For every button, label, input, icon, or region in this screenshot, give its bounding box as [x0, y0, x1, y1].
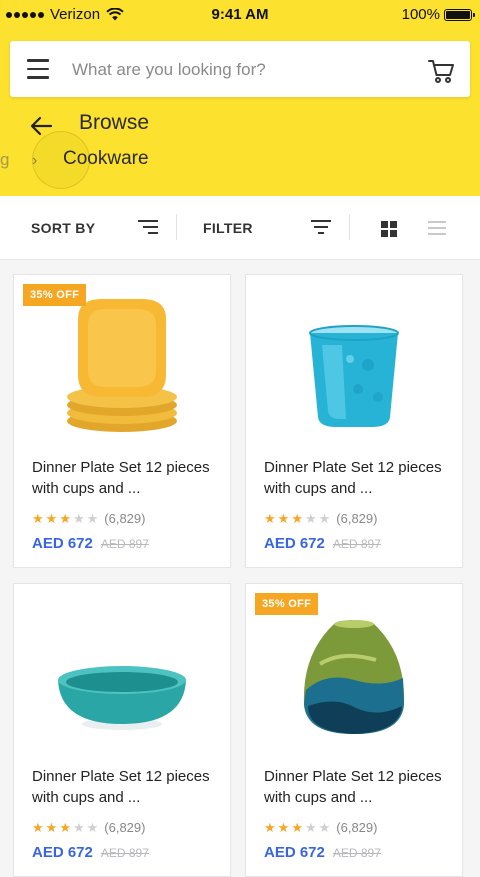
app-header: Verizon 9:41 AM 100% Browse g › Cookware — [0, 0, 480, 196]
page-title: Browse — [79, 111, 150, 134]
status-right: 100% — [401, 6, 475, 23]
status-bar: Verizon 9:41 AM 100% — [0, 0, 480, 30]
star-rating: ★ ★ ★ ★ ★ (6,829) — [32, 820, 145, 835]
star-icon: ★ — [318, 819, 331, 835]
product-card[interactable]: Dinner Plate Set 12 pieces with cups and… — [13, 583, 231, 877]
price: AED 672 — [264, 844, 325, 861]
price-row: AED 672 AED 897 — [264, 844, 381, 861]
price-row: AED 672 AED 897 — [32, 844, 149, 861]
star-icon: ★ — [32, 510, 44, 526]
star-icon: ★ — [264, 819, 276, 835]
review-count: (6,829) — [336, 511, 378, 526]
star-icon: ★ — [304, 510, 317, 526]
star-icon: ★ — [59, 819, 71, 835]
filter-button[interactable]: FILTER — [203, 220, 253, 236]
blue-glass-icon — [309, 325, 399, 427]
old-price: AED 897 — [100, 846, 149, 860]
star-icon: ★ — [45, 819, 58, 835]
search-input[interactable] — [70, 55, 414, 85]
old-price: AED 897 — [100, 537, 149, 551]
sort-icon[interactable] — [137, 219, 159, 235]
price: AED 672 — [32, 844, 93, 861]
product-title[interactable]: Dinner Plate Set 12 pieces with cups and… — [264, 766, 454, 808]
star-rating: ★ ★ ★ ★ ★ (6,829) — [264, 511, 377, 526]
chevron-right-icon: › — [32, 152, 38, 169]
price: AED 672 — [264, 535, 325, 552]
star-icon: ★ — [86, 510, 99, 526]
star-icon: ★ — [32, 819, 44, 835]
star-icon: ★ — [86, 819, 99, 835]
star-icon: ★ — [45, 510, 58, 526]
grid-view-icon[interactable] — [381, 221, 397, 237]
star-icon: ★ — [277, 819, 290, 835]
cart-icon[interactable] — [426, 55, 456, 85]
product-card[interactable]: 35% OFF Dinner Plate Set 12 pieces with … — [13, 274, 231, 568]
product-card[interactable]: 35% OFF Dinner Plate Set 12 pieces with … — [245, 583, 463, 877]
teal-bowl-icon — [58, 666, 186, 730]
star-icon: ★ — [59, 510, 71, 526]
toolbar-divider — [176, 214, 177, 240]
price-row: AED 672 AED 897 — [32, 535, 149, 552]
breadcrumb-previous[interactable]: g — [0, 150, 9, 170]
star-icon: ★ — [264, 510, 276, 526]
sort-by-button[interactable]: SORT BY — [31, 220, 95, 236]
yellow-plates-icon — [67, 299, 177, 432]
hamburger-menu-icon[interactable] — [27, 59, 49, 79]
old-price: AED 897 — [332, 537, 381, 551]
price: AED 672 — [32, 535, 93, 552]
sort-filter-toolbar: SORT BY FILTER — [0, 196, 480, 260]
star-icon: ★ — [304, 819, 317, 835]
star-icon: ★ — [72, 819, 85, 835]
star-icon: ★ — [291, 510, 303, 526]
toolbar-divider — [349, 214, 350, 240]
star-icon: ★ — [291, 819, 303, 835]
breadcrumb-current[interactable]: Cookware — [63, 148, 149, 170]
star-icon: ★ — [318, 510, 331, 526]
price-row: AED 672 AED 897 — [264, 535, 381, 552]
star-icon: ★ — [72, 510, 85, 526]
product-card[interactable]: Dinner Plate Set 12 pieces with cups and… — [245, 274, 463, 568]
product-title[interactable]: Dinner Plate Set 12 pieces with cups and… — [32, 766, 222, 808]
product-title[interactable]: Dinner Plate Set 12 pieces with cups and… — [264, 457, 454, 499]
old-price: AED 897 — [332, 846, 381, 860]
star-rating: ★ ★ ★ ★ ★ (6,829) — [32, 511, 145, 526]
list-view-icon[interactable] — [428, 220, 446, 236]
battery-icon — [444, 8, 475, 21]
filter-icon[interactable] — [310, 219, 332, 235]
glass-vase-icon — [303, 620, 405, 734]
battery-percent: 100% — [401, 6, 440, 23]
star-icon: ★ — [277, 510, 290, 526]
star-rating: ★ ★ ★ ★ ★ (6,829) — [264, 820, 377, 835]
search-bar — [10, 41, 470, 97]
discount-badge: 35% OFF — [255, 593, 319, 615]
review-count: (6,829) — [104, 820, 146, 835]
discount-badge: 35% OFF — [23, 284, 87, 306]
review-count: (6,829) — [104, 511, 146, 526]
review-count: (6,829) — [336, 820, 378, 835]
product-title[interactable]: Dinner Plate Set 12 pieces with cups and… — [32, 457, 222, 499]
